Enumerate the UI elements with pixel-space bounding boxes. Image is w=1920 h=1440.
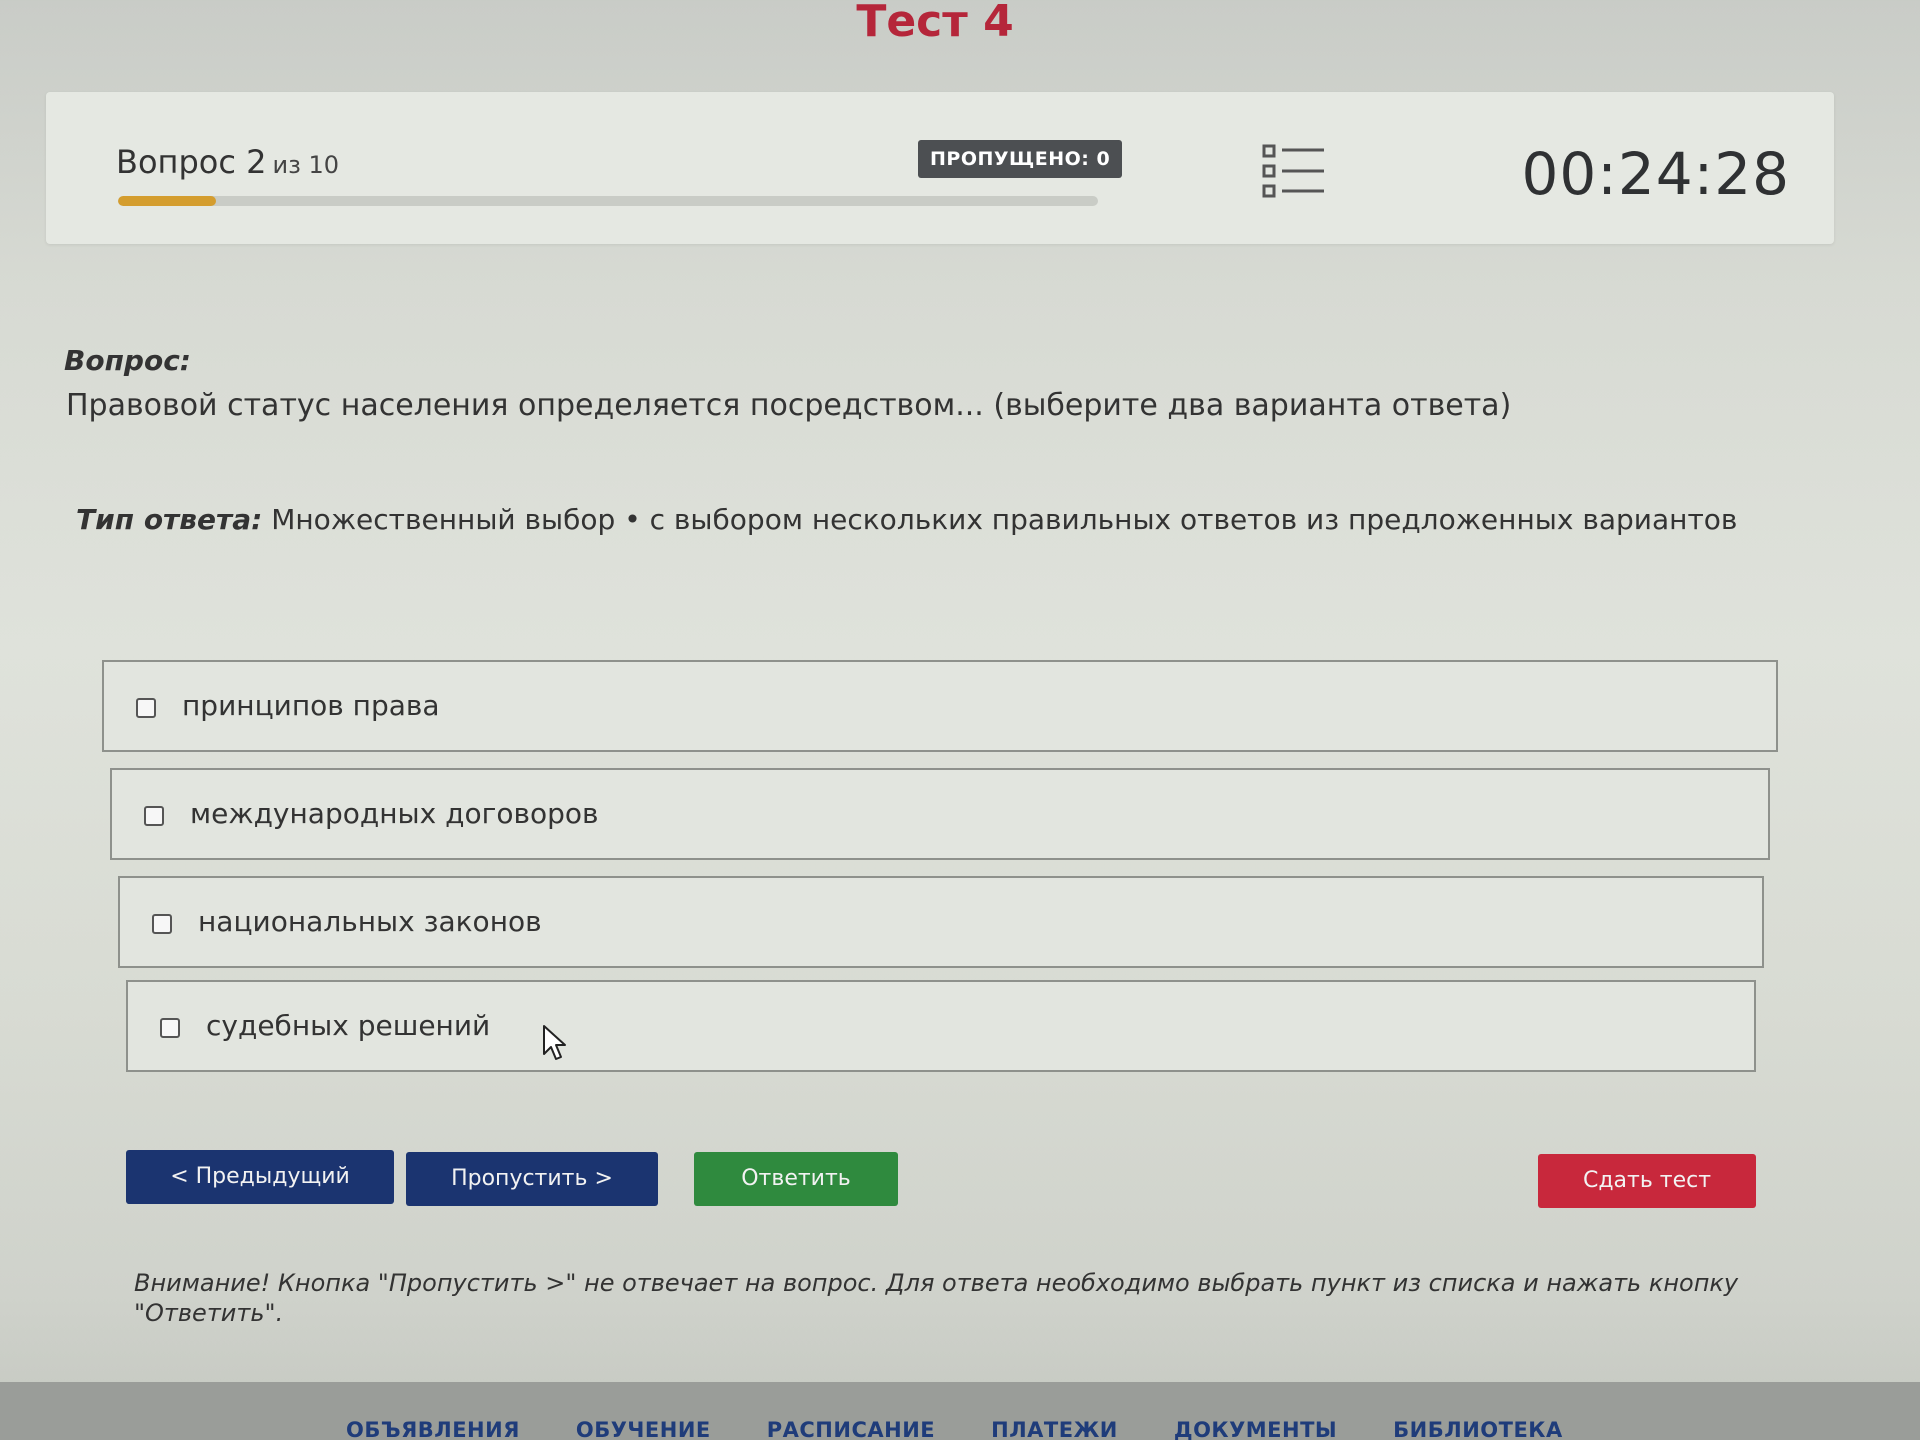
page-title: Тест 4 — [856, 0, 1014, 47]
option-checkbox[interactable] — [136, 698, 156, 718]
question-total: из 10 — [272, 151, 339, 179]
progress-bar-fill — [118, 196, 216, 206]
answer-option[interactable]: судебных решений — [126, 980, 1756, 1072]
answer-type-label: Тип ответа: — [76, 503, 263, 536]
footer-nav: ОБЪЯВЛЕНИЯ ОБУЧЕНИЕ РАСПИСАНИЕ ПЛАТЕЖИ Д… — [346, 1418, 1563, 1440]
answer-type: Тип ответа: Множественный выбор • с выбо… — [76, 500, 1737, 540]
answer-option[interactable]: национальных законов — [118, 876, 1764, 968]
answer-type-value: Множественный выбор • с выбором нескольк… — [271, 503, 1738, 536]
question-text: Правовой статус населения определяется п… — [66, 388, 1512, 423]
skip-warning-text: Внимание! Кнопка "Пропустить >" не отвеч… — [134, 1269, 1739, 1327]
submit-test-button[interactable]: Сдать тест — [1538, 1154, 1756, 1208]
mouse-pointer-icon — [542, 1024, 568, 1062]
option-label: судебных решений — [206, 1009, 491, 1042]
question-heading: Вопрос: — [64, 344, 191, 377]
question-list-icon[interactable] — [1262, 144, 1326, 200]
footer-link-schedule[interactable]: РАСПИСАНИЕ — [767, 1418, 935, 1440]
skipped-count-badge: ПРОПУЩЕНО: 0 — [918, 140, 1123, 178]
footer-link-library[interactable]: БИБЛИОТЕКА — [1393, 1418, 1563, 1440]
option-checkbox[interactable] — [144, 806, 164, 826]
countdown-timer: 00:24:28 — [1521, 140, 1790, 208]
skip-button[interactable]: Пропустить > — [406, 1152, 658, 1206]
option-label: принципов права — [182, 689, 440, 722]
question-counter: Вопрос 2 из 10 — [116, 144, 339, 183]
previous-button[interactable]: < Предыдущий — [126, 1150, 394, 1204]
option-label: национальных законов — [198, 905, 542, 938]
footer-link-learning[interactable]: ОБУЧЕНИЕ — [576, 1418, 711, 1440]
option-checkbox[interactable] — [152, 914, 172, 934]
progress-bar — [118, 196, 1098, 206]
option-label: международных договоров — [190, 797, 599, 830]
answer-option[interactable]: международных договоров — [110, 768, 1770, 860]
question-header-panel: Вопрос 2 из 10 ПРОПУЩЕНО: 0 00:24:28 — [46, 92, 1834, 244]
question-number: Вопрос 2 — [116, 143, 267, 181]
answer-button[interactable]: Ответить — [694, 1152, 898, 1206]
footer-link-announcements[interactable]: ОБЪЯВЛЕНИЯ — [346, 1418, 520, 1440]
footer-link-payments[interactable]: ПЛАТЕЖИ — [991, 1418, 1118, 1440]
option-checkbox[interactable] — [160, 1018, 180, 1038]
footer-link-documents[interactable]: ДОКУМЕНТЫ — [1174, 1418, 1337, 1440]
answer-option[interactable]: принципов права — [102, 660, 1778, 752]
